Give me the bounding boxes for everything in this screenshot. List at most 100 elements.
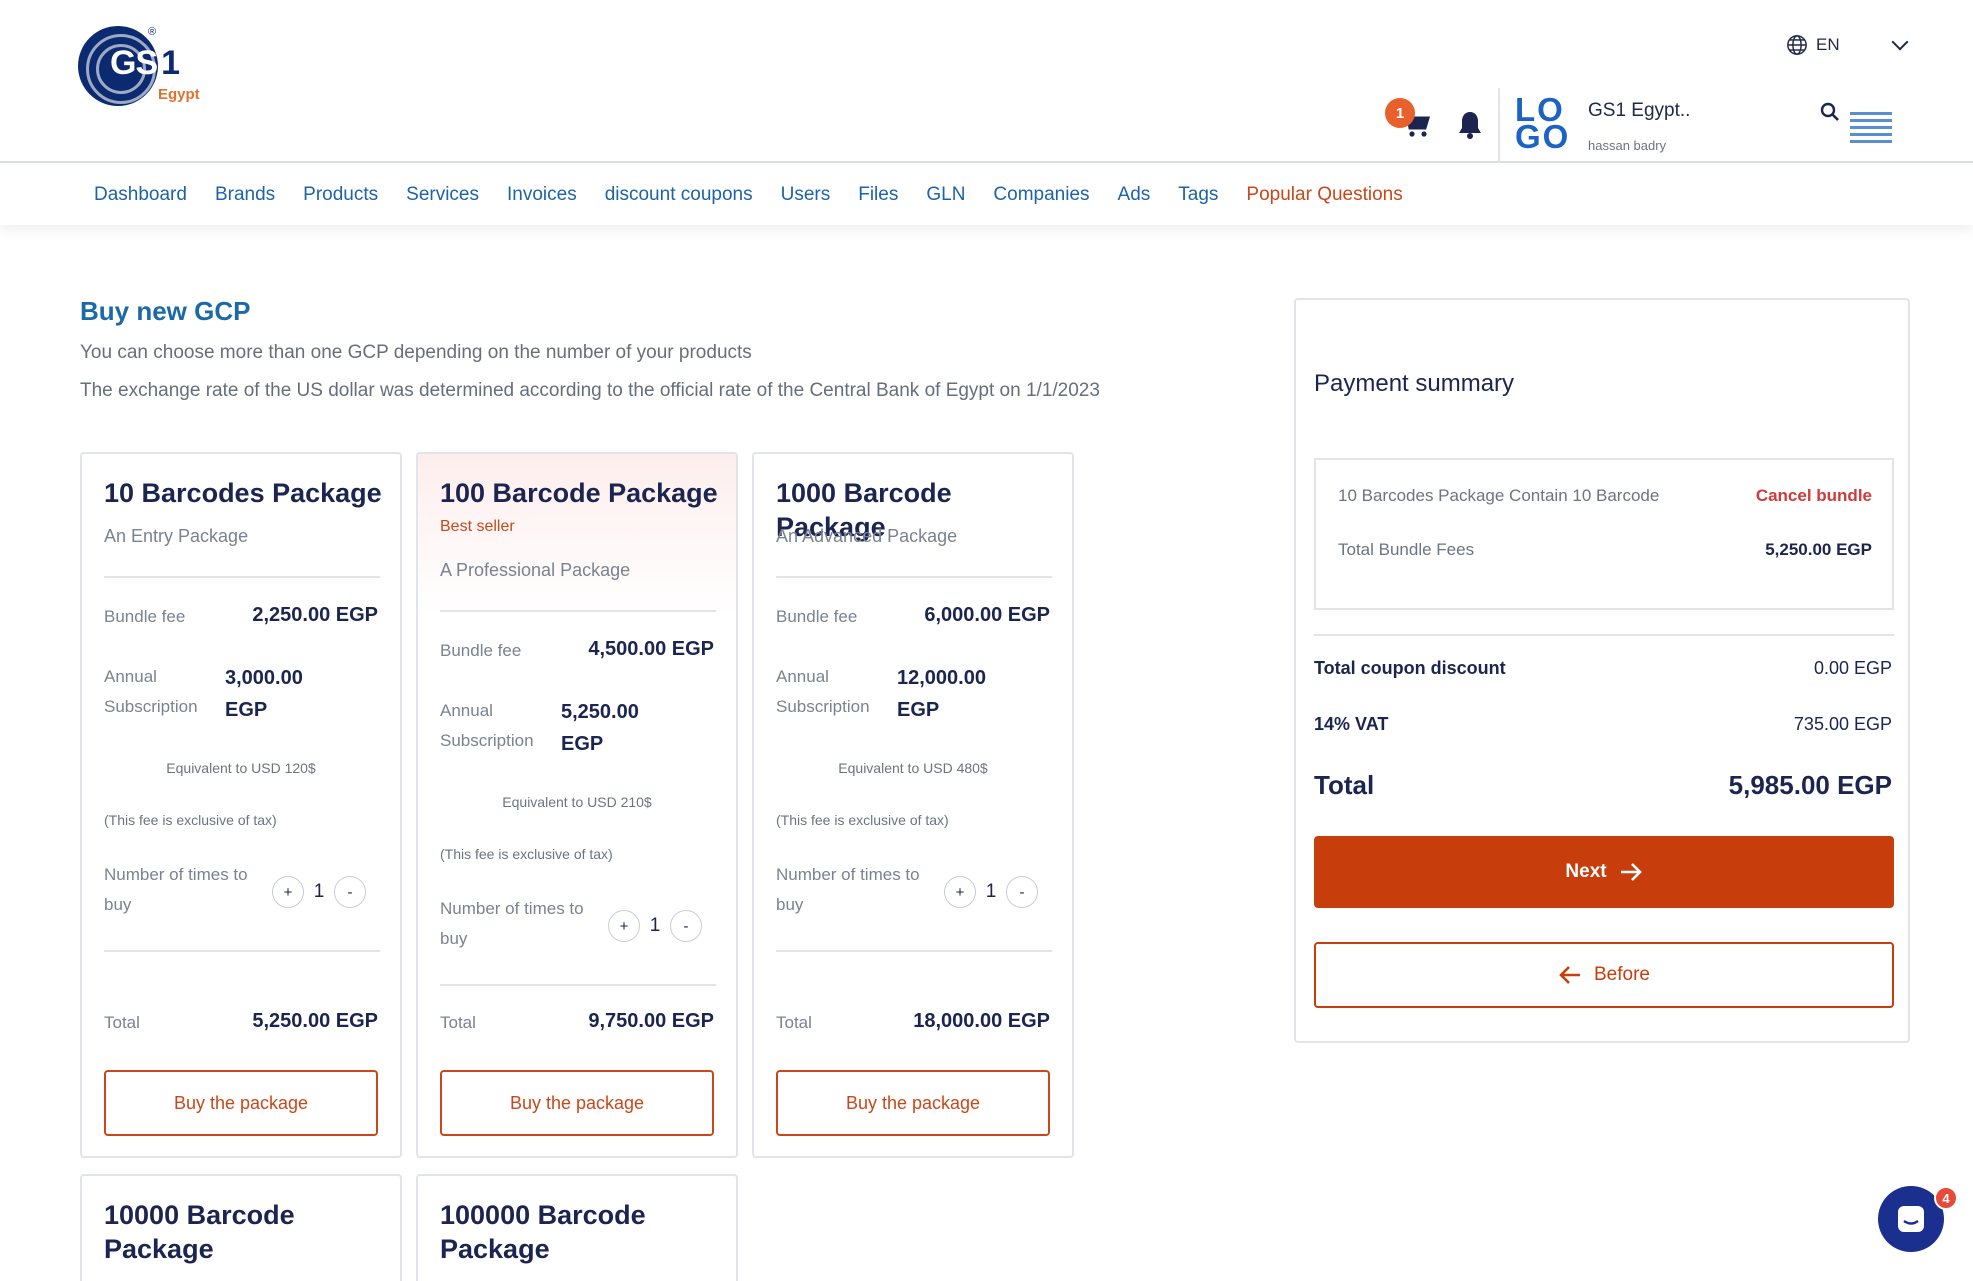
times-to-buy-label: Number of times to buy xyxy=(104,865,248,914)
divider xyxy=(776,950,1052,952)
tax-note: (This fee is exclusive of tax) xyxy=(776,812,949,828)
language-label: EN xyxy=(1816,35,1840,54)
bundle-fee-label: Bundle fee xyxy=(776,607,858,626)
quantity-value: 1 xyxy=(649,915,661,936)
hamburger-menu-icon[interactable] xyxy=(1850,110,1892,146)
intro-text: You can choose more than one GCP dependi… xyxy=(80,342,752,363)
annual-subscription-value: 5,250.00 EGP xyxy=(561,701,639,755)
nav-discount-coupons[interactable]: discount coupons xyxy=(605,184,753,206)
package-card: 100000 Barcode Package xyxy=(416,1174,738,1281)
globe-icon xyxy=(1787,35,1807,55)
divider xyxy=(440,610,716,612)
divider xyxy=(104,576,380,578)
total-label: Total xyxy=(776,1013,812,1032)
nav-users[interactable]: Users xyxy=(781,184,831,206)
nav-popular-questions[interactable]: Popular Questions xyxy=(1246,184,1402,206)
package-subtitle: An Advanced Package xyxy=(776,526,958,546)
nav-gln[interactable]: GLN xyxy=(926,184,965,206)
divider xyxy=(1314,634,1894,636)
times-to-buy-label: Number of times to buy xyxy=(776,865,920,914)
bundle-fee-label: Bundle fee xyxy=(104,607,186,626)
cancel-bundle-link[interactable]: Cancel bundle xyxy=(1756,486,1872,506)
company-logo[interactable]: LO GO xyxy=(1515,93,1577,156)
exchange-rate-note: The exchange rate of the US dollar was d… xyxy=(80,380,1100,401)
decrement-button[interactable]: - xyxy=(1006,876,1038,908)
annual-subscription-value: 3,000.00 EGP xyxy=(225,667,303,721)
times-to-buy-label: Number of times to buy xyxy=(440,899,584,948)
decrement-button[interactable]: - xyxy=(670,910,702,942)
bell-icon[interactable] xyxy=(1456,110,1484,140)
gs1-logo[interactable]: GS 1 ® Egypt xyxy=(78,26,238,116)
search-icon[interactable] xyxy=(1820,102,1840,122)
coupon-discount-label: Total coupon discount xyxy=(1314,658,1506,678)
package-title: 100000 Barcode Package xyxy=(440,1200,646,1264)
nav-files[interactable]: Files xyxy=(858,184,898,206)
best-seller-badge: Best seller xyxy=(440,518,515,535)
increment-button[interactable]: + xyxy=(608,910,640,942)
package-subtitle: A Professional Package xyxy=(440,560,631,580)
package-title: 100 Barcode Package xyxy=(440,478,718,508)
chat-icon xyxy=(1898,1206,1924,1232)
increment-button[interactable]: + xyxy=(944,876,976,908)
buy-package-button[interactable]: Buy the package xyxy=(440,1070,714,1136)
arrow-right-icon xyxy=(1620,863,1642,881)
bundle-fee-label: Bundle fee xyxy=(440,641,522,660)
package-card: 100 Barcode Package Best seller A Profes… xyxy=(416,452,738,1158)
nav-brands[interactable]: Brands xyxy=(215,184,275,206)
before-button[interactable]: Before xyxy=(1314,942,1894,1008)
divider xyxy=(440,984,716,986)
package-subtitle: An Entry Package xyxy=(104,526,249,546)
nav-invoices[interactable]: Invoices xyxy=(507,184,577,206)
logo-registered: ® xyxy=(148,26,157,38)
grand-total-label: Total xyxy=(1314,770,1375,800)
quantity-stepper: + 1 - xyxy=(272,876,366,908)
language-selector[interactable]: EN xyxy=(1786,30,1909,60)
buy-package-button[interactable]: Buy the package xyxy=(776,1070,1050,1136)
selected-bundle-box: 10 Barcodes Package Contain 10 Barcode C… xyxy=(1314,458,1894,610)
nav-dashboard[interactable]: Dashboard xyxy=(94,184,187,206)
chat-unread-badge: 4 xyxy=(1934,1186,1958,1210)
before-button-label: Before xyxy=(1594,964,1650,985)
nav-ads[interactable]: Ads xyxy=(1118,184,1151,206)
package-card: 10 Barcodes Package An Entry Package Bun… xyxy=(80,452,402,1158)
nav-companies[interactable]: Companies xyxy=(993,184,1089,206)
tax-note: (This fee is exclusive of tax) xyxy=(440,846,613,862)
tax-note: (This fee is exclusive of tax) xyxy=(104,812,277,828)
vat-value: 735.00 EGP xyxy=(1793,714,1892,734)
bundle-fee-value: 6,000.00 EGP xyxy=(924,604,1050,626)
total-value: 9,750.00 EGP xyxy=(588,1010,714,1032)
package-card: 10000 Barcode Package xyxy=(80,1174,402,1281)
vat-label: 14% VAT xyxy=(1314,714,1389,734)
total-value: 18,000.00 EGP xyxy=(913,1010,1050,1032)
bundle-fees-value: 5,250.00 EGP xyxy=(1765,540,1872,559)
buy-package-button[interactable]: Buy the package xyxy=(104,1070,378,1136)
usd-equivalent: Equivalent to USD 210$ xyxy=(502,794,652,810)
package-card: 1000 Barcode Package An Advanced Package… xyxy=(752,452,1074,1158)
increment-button[interactable]: + xyxy=(272,876,304,908)
usd-equivalent: Equivalent to USD 480$ xyxy=(838,760,988,776)
logo-text: GS 1 xyxy=(110,44,180,82)
next-button-label: Next xyxy=(1565,861,1607,882)
bundle-fees-label: Total Bundle Fees xyxy=(1338,540,1475,559)
quantity-value: 1 xyxy=(985,881,997,902)
quantity-value: 1 xyxy=(313,881,325,902)
next-button[interactable]: Next xyxy=(1314,836,1894,908)
nav-products[interactable]: Products xyxy=(303,184,378,206)
package-title: 10000 Barcode Package xyxy=(104,1200,295,1264)
nav-services[interactable]: Services xyxy=(406,184,479,206)
user-name: hassan badry xyxy=(1588,138,1667,153)
logo-country: Egypt xyxy=(158,86,200,103)
divider xyxy=(776,576,1052,578)
company-name[interactable]: GS1 Egypt.. xyxy=(1588,100,1690,122)
total-label: Total xyxy=(104,1013,140,1032)
total-label: Total xyxy=(440,1013,476,1032)
page-title: Buy new GCP xyxy=(80,296,251,326)
chevron-down-icon xyxy=(1891,33,1909,51)
nav-tags[interactable]: Tags xyxy=(1178,184,1218,206)
arrow-left-icon xyxy=(1559,966,1580,984)
coupon-discount-value: 0.00 EGP xyxy=(1813,658,1892,678)
bundle-fee-value: 4,500.00 EGP xyxy=(588,638,714,660)
quantity-stepper: + 1 - xyxy=(944,876,1038,908)
decrement-button[interactable]: - xyxy=(334,876,366,908)
header-divider xyxy=(1498,88,1500,162)
